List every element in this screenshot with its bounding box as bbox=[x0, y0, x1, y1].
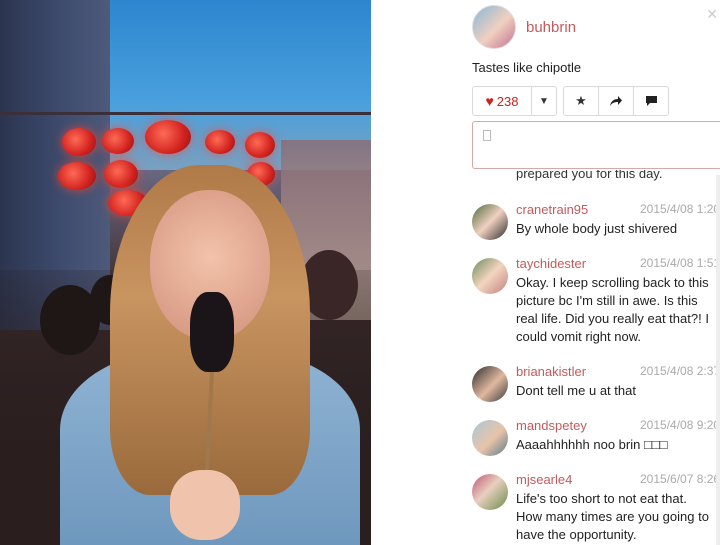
heart-icon: ♥ bbox=[485, 93, 494, 109]
photo-lantern bbox=[62, 128, 96, 156]
photo-lantern bbox=[102, 128, 134, 154]
comment-timestamp: 2015/6/07 8:26 bbox=[640, 472, 720, 486]
post-photo bbox=[0, 0, 371, 545]
comment-text: Dont tell me u at that bbox=[516, 383, 636, 398]
comment-text: Okay. I keep scrolling back to this pict… bbox=[516, 275, 709, 344]
avatar[interactable] bbox=[472, 366, 508, 402]
speech-bubble-icon bbox=[645, 96, 657, 106]
comment-button[interactable] bbox=[633, 86, 669, 116]
post-sidebar: ✕ buhbrin Tastes like chipotle ♥ 238 ▼ ★ bbox=[371, 0, 720, 545]
comment-item: taychidester 2015/4/08 1:51 Okay. I keep… bbox=[472, 256, 720, 344]
photo-wire bbox=[0, 112, 371, 115]
comment-item: cranetrain95 2015/4/08 1:20 By whole bod… bbox=[472, 202, 720, 242]
like-count: 238 bbox=[496, 93, 519, 109]
comment-username[interactable]: mandspetey bbox=[516, 418, 587, 433]
comment-text: Aaaahhhhhh noo brin □□□ bbox=[516, 437, 668, 452]
comment-item: mjsearle4 2015/6/07 8:26 Life's too shor… bbox=[472, 472, 720, 542]
avatar[interactable] bbox=[472, 420, 508, 456]
photo-lantern bbox=[58, 162, 96, 190]
caret-down-icon: ▼ bbox=[539, 95, 549, 107]
comment-timestamp: 2015/4/08 1:20 bbox=[640, 202, 720, 216]
avatar[interactable] bbox=[472, 474, 508, 510]
comment-timestamp: 2015/4/08 9:20 bbox=[640, 418, 720, 432]
action-bar: ♥ 238 ▼ ★ bbox=[472, 86, 669, 116]
comment-text: By whole body just shivered bbox=[516, 221, 678, 236]
avatar[interactable] bbox=[472, 258, 508, 294]
photo-hand bbox=[170, 470, 240, 540]
photo-scorpion bbox=[190, 292, 234, 372]
comment-input-placeholder-glyph bbox=[483, 130, 491, 141]
photo-lantern bbox=[104, 160, 138, 188]
close-icon[interactable]: ✕ bbox=[706, 6, 718, 23]
comment-username[interactable]: mjsearle4 bbox=[516, 472, 572, 487]
star-icon: ★ bbox=[575, 93, 587, 108]
avatar[interactable] bbox=[472, 204, 508, 240]
comment-text: Life's too short to not eat that. How ma… bbox=[516, 491, 709, 542]
comment-item: brianakistler 2015/4/08 2:37 Dont tell m… bbox=[472, 364, 720, 404]
comment-timestamp: 2015/4/08 2:37 bbox=[640, 364, 720, 378]
favorite-button[interactable]: ★ bbox=[563, 86, 599, 116]
comment-item: mandspetey 2015/4/08 9:20 Aaaahhhhhh noo… bbox=[472, 418, 720, 458]
share-button[interactable] bbox=[598, 86, 634, 116]
share-arrow-icon bbox=[610, 96, 622, 106]
comment-timestamp: 2015/4/08 1:51 bbox=[640, 256, 720, 270]
avatar[interactable] bbox=[472, 5, 516, 49]
photo-lantern bbox=[145, 120, 191, 154]
comment-input[interactable] bbox=[472, 121, 720, 169]
photo-lantern bbox=[205, 130, 235, 154]
author-username[interactable]: buhbrin bbox=[526, 19, 576, 36]
comment-username[interactable]: taychidester bbox=[516, 256, 586, 271]
post-caption: Tastes like chipotle bbox=[472, 60, 582, 75]
comment-text-partial: prepared you for this day. bbox=[516, 170, 663, 181]
comment-username[interactable]: cranetrain95 bbox=[516, 202, 588, 217]
like-dropdown-button[interactable]: ▼ bbox=[531, 86, 557, 116]
post-author: buhbrin bbox=[472, 5, 576, 49]
comment-scrollbar[interactable] bbox=[716, 175, 720, 545]
comment-list: prepared you for this day. cranetrain95 … bbox=[472, 170, 720, 545]
photo-lantern bbox=[245, 132, 275, 158]
like-button[interactable]: ♥ 238 bbox=[472, 86, 532, 116]
comment-username[interactable]: brianakistler bbox=[516, 364, 586, 379]
